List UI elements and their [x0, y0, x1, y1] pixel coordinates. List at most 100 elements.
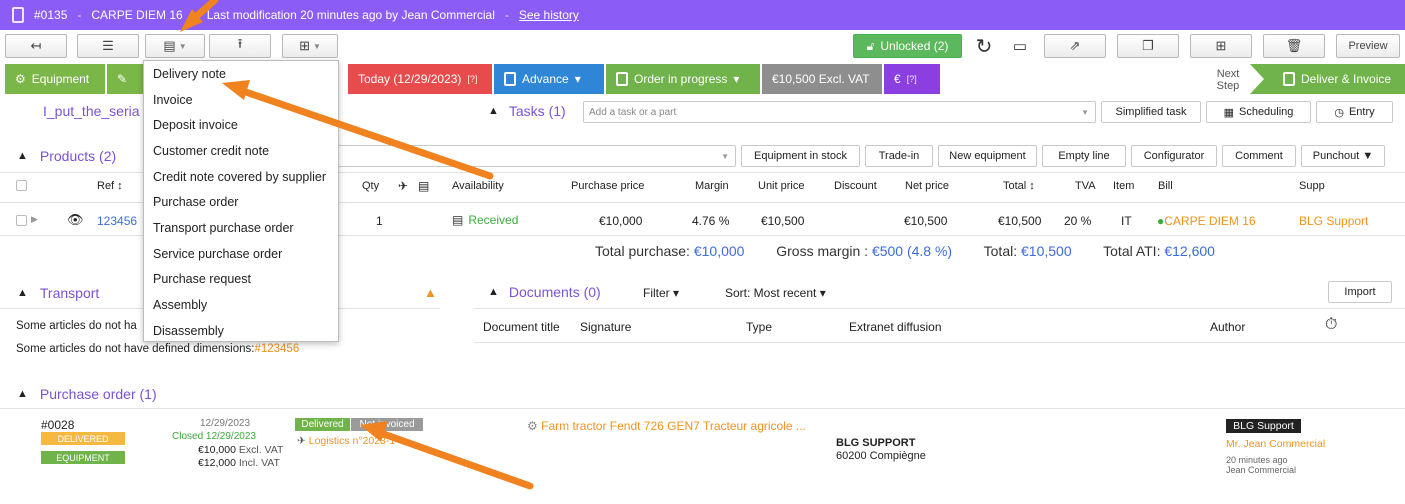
row-supp[interactable]: BLG Support: [1299, 214, 1368, 228]
edit-step[interactable]: ✎: [107, 64, 145, 94]
create-document-button[interactable]: ▤ ▼: [145, 34, 205, 58]
po-status-delivered: Delivered: [295, 418, 350, 431]
scheduling-button[interactable]: ▦ Scheduling: [1206, 101, 1311, 123]
menu-item-purchase-request[interactable]: Purchase request: [144, 267, 338, 293]
deliver-invoice-label[interactable]: Deliver & Invoice: [1283, 64, 1391, 94]
split-button[interactable]: ⊞ ▼: [282, 34, 338, 58]
share-icon: ⇗: [1069, 38, 1081, 53]
empty-line-button[interactable]: Empty line: [1042, 145, 1126, 167]
menu-item-assembly[interactable]: Assembly: [144, 292, 338, 318]
page: #0135 - CARPE DIEM 16 - Last modificatio…: [0, 0, 1405, 504]
collapse-triangle-icon[interactable]: ▲: [17, 287, 28, 299]
caret-down-icon: ▼: [312, 41, 321, 51]
refresh-icon: ↻: [975, 35, 993, 58]
row-ref[interactable]: 123456: [97, 214, 137, 228]
collapse-triangle-icon[interactable]: ▲: [17, 388, 28, 400]
col-purchase-price: Purchase price: [571, 180, 645, 192]
po-product[interactable]: ⚙ Farm tractor Fendt 726 GEN7 Tracteur a…: [527, 419, 806, 433]
equipment-step[interactable]: ⚙ Equipment: [5, 64, 105, 94]
product-search-input[interactable]: ▼: [336, 145, 736, 167]
collapse-triangle-icon[interactable]: ▲: [17, 150, 28, 162]
expand-icon[interactable]: ▶: [31, 214, 38, 225]
menu-item-delivery-note[interactable]: Delivery note: [144, 61, 338, 87]
upload-button[interactable]: ⭱: [209, 34, 271, 58]
sort-dropdown[interactable]: Sort: Most recent ▾: [725, 286, 826, 300]
po-logistics[interactable]: ✈ Logistics n°2023-1: [297, 435, 395, 447]
col-document-title: Document title: [483, 320, 560, 334]
next-step-label: Next Step: [1216, 68, 1240, 92]
preview-button[interactable]: Preview: [1336, 34, 1400, 58]
collapse-triangle-icon[interactable]: ▲: [488, 286, 499, 298]
menu-item-customer-credit-note[interactable]: Customer credit note: [144, 138, 338, 164]
col-author: Author: [1210, 320, 1246, 334]
total: €10,500: [1021, 243, 1072, 259]
calculator-icon: [616, 72, 628, 86]
col-total[interactable]: Total ↕: [1003, 180, 1035, 192]
document-number: #0135: [34, 8, 68, 22]
transport-line-1: Some articles do not ha: [16, 320, 137, 332]
po-contact[interactable]: Mr. Jean Commercial: [1226, 438, 1325, 450]
simplified-task-button[interactable]: Simplified task: [1101, 101, 1201, 123]
row-bill[interactable]: ●CARPE DIEM 16: [1157, 214, 1256, 228]
caret-down-icon: ▼: [721, 151, 729, 161]
duplicate-button[interactable]: ❐: [1117, 34, 1179, 58]
list-icon: ☰: [102, 38, 114, 53]
see-history-link[interactable]: See history: [519, 8, 579, 22]
entry-button[interactable]: ◷ Entry: [1316, 101, 1393, 123]
menu-item-purchase-order[interactable]: Purchase order: [144, 189, 338, 215]
po-status-invoiced: Not invoiced: [351, 418, 423, 431]
title-bar: #0135 - CARPE DIEM 16 - Last modificatio…: [0, 0, 1405, 30]
euro-step[interactable]: € [?]: [884, 64, 940, 94]
refresh-button[interactable]: ↻: [970, 34, 998, 58]
import-button[interactable]: Import: [1328, 281, 1392, 303]
row-checkbox[interactable]: [16, 215, 27, 226]
back-arrow-icon: ↤: [30, 38, 42, 53]
back-button[interactable]: ↤: [5, 34, 67, 58]
split-document-button[interactable]: ⊞: [1190, 34, 1252, 58]
comment-button[interactable]: Comment: [1222, 145, 1296, 167]
warning-icon: ▲: [424, 285, 437, 300]
share-button[interactable]: ⇗: [1044, 34, 1106, 58]
row-total: €10,500: [998, 214, 1042, 228]
col-ref[interactable]: Ref ↕: [97, 180, 123, 192]
monitor-icon: ▭: [1012, 38, 1028, 55]
caret-down-icon: ▼: [1081, 107, 1089, 117]
select-all-checkbox[interactable]: [16, 180, 27, 191]
screen-button[interactable]: ▭: [1006, 34, 1034, 58]
unlocked-button[interactable]: 🔓︎ Unlocked (2): [853, 34, 962, 58]
col-net-price: Net price: [905, 180, 950, 192]
today-step[interactable]: Today (12/29/2023) [?]: [348, 64, 492, 94]
menu-item-credit-note-covered-by-supplier[interactable]: Credit note covered by supplier: [144, 164, 338, 190]
po-author: Jean Commercial: [1226, 465, 1297, 475]
new-equipment-button[interactable]: New equipment: [938, 145, 1037, 167]
serial-text[interactable]: I_put_the_seria: [43, 103, 140, 119]
dimension-link[interactable]: #123456: [254, 343, 299, 355]
total-purchase: €10,000: [693, 243, 745, 259]
menu-item-deposit-invoice[interactable]: Deposit invoice: [144, 112, 338, 138]
delete-button[interactable]: 🗑︎: [1263, 34, 1325, 58]
euro-icon: €: [894, 72, 901, 86]
eye-icon[interactable]: 👁︎: [67, 212, 84, 228]
document-name: CARPE DIEM 16: [91, 8, 183, 22]
bicycle-icon: ⚙: [15, 72, 26, 86]
po-time-ago: 20 minutes ago: [1226, 455, 1288, 465]
configurator-button[interactable]: Configurator: [1131, 145, 1217, 167]
trade-in-button[interactable]: Trade-in: [865, 145, 933, 167]
po-date: 12/29/2023: [199, 418, 251, 429]
menu-item-transport-purchase-order[interactable]: Transport purchase order: [144, 215, 338, 241]
menu-item-service-purchase-order[interactable]: Service purchase order: [144, 241, 338, 267]
menu-item-invoice[interactable]: Invoice: [144, 87, 338, 113]
advance-step[interactable]: Advance ▾: [494, 64, 604, 94]
punchout-button[interactable]: Punchout ▼: [1301, 145, 1385, 167]
invoice-icon: [1283, 72, 1295, 86]
filter-dropdown[interactable]: Filter ▾: [643, 286, 679, 300]
po-number[interactable]: #0028: [41, 418, 74, 432]
collapse-triangle-icon[interactable]: ▲: [488, 105, 499, 117]
equipment-in-stock-button[interactable]: Equipment in stock: [741, 145, 860, 167]
order-progress-step[interactable]: Order in progress ▾: [606, 64, 760, 94]
menu-item-disassembly[interactable]: Disassembly: [144, 318, 338, 344]
caret-down-icon: ▾: [574, 72, 581, 86]
task-input[interactable]: Add a task or a part ▼: [583, 101, 1096, 123]
products-title: Products (2): [39, 148, 117, 164]
list-button[interactable]: ☰: [77, 34, 139, 58]
